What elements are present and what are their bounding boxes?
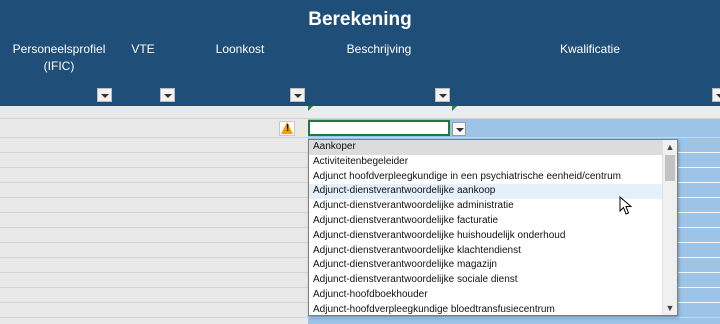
scrollbar-thumb[interactable] xyxy=(665,155,675,181)
warning-button[interactable]: ! xyxy=(279,121,295,136)
dropdown-option[interactable]: Adjunct-dienstverantwoordelijke sociale … xyxy=(309,273,663,288)
dropdown-option[interactable]: Adjunct-dienstverantwoordelijke magazijn xyxy=(309,258,663,273)
dropdown-option[interactable]: Adjunct-hoofdverpleegkundige bloedtransf… xyxy=(309,303,663,315)
dropdown-option[interactable]: Adjunct-dienstverantwoordelijke administ… xyxy=(309,199,663,214)
scroll-up-icon[interactable]: ▲ xyxy=(663,140,677,154)
dropdown-option[interactable]: Adjunct-hoofdboekhouder xyxy=(309,288,663,303)
grid-line xyxy=(0,118,720,119)
cell-comment-marker xyxy=(308,106,313,111)
column-header-loonkost[interactable]: Loonkost xyxy=(175,41,305,58)
filter-button-loonkost[interactable] xyxy=(290,88,305,102)
cell-dropdown-button[interactable] xyxy=(452,122,466,136)
filter-button-personeelsprofiel[interactable] xyxy=(97,88,112,102)
filter-button-beschrijving[interactable] xyxy=(435,88,450,102)
section-title: Berekening xyxy=(308,9,412,30)
grid-line xyxy=(0,317,720,318)
filter-button-kwalificatie[interactable] xyxy=(712,88,720,102)
dropdown-option[interactable]: Activiteitenbegeleider xyxy=(309,155,663,170)
table-header: Berekening Personeelsprofiel (IFIC) VTE … xyxy=(0,0,720,106)
dropdown-items: Aankoper Activiteitenbegeleider Adjunct ho… xyxy=(309,140,663,315)
validation-dropdown-list[interactable]: Aankoper Activiteitenbegeleider Adjunct ho… xyxy=(308,139,678,316)
dropdown-option[interactable]: Adjunct hoofdverpleegkundige in een psyc… xyxy=(309,170,663,185)
cell-comment-marker xyxy=(452,106,457,111)
dropdown-option[interactable]: Adjunct-dienstverantwoordelijke facturat… xyxy=(309,214,663,229)
dropdown-scrollbar[interactable]: ▲ ▼ xyxy=(662,140,677,315)
column-header-beschrijving[interactable]: Beschrijving xyxy=(308,41,450,58)
active-cell-beschrijving[interactable] xyxy=(308,120,450,136)
dropdown-option[interactable]: Adjunct-dienstverantwoordelijke aankoop xyxy=(309,184,663,200)
scroll-down-icon[interactable]: ▼ xyxy=(663,301,677,315)
grid-body-left xyxy=(0,106,308,324)
filter-button-vte[interactable] xyxy=(160,88,175,102)
dropdown-option[interactable]: Adjunct-dienstverantwoordelijke klachten… xyxy=(309,244,663,259)
dropdown-option[interactable]: Adjunct-dienstverantwoordelijke huishoud… xyxy=(309,229,663,244)
column-header-personeelsprofiel[interactable]: Personeelsprofiel (IFIC) xyxy=(0,41,118,75)
mouse-pointer-icon xyxy=(619,196,633,215)
grid-line xyxy=(0,137,720,138)
column-header-vte[interactable]: VTE xyxy=(118,41,168,58)
dropdown-option[interactable]: Aankoper xyxy=(309,140,663,155)
column-header-kwalificatie[interactable]: Kwalificatie xyxy=(460,41,720,58)
